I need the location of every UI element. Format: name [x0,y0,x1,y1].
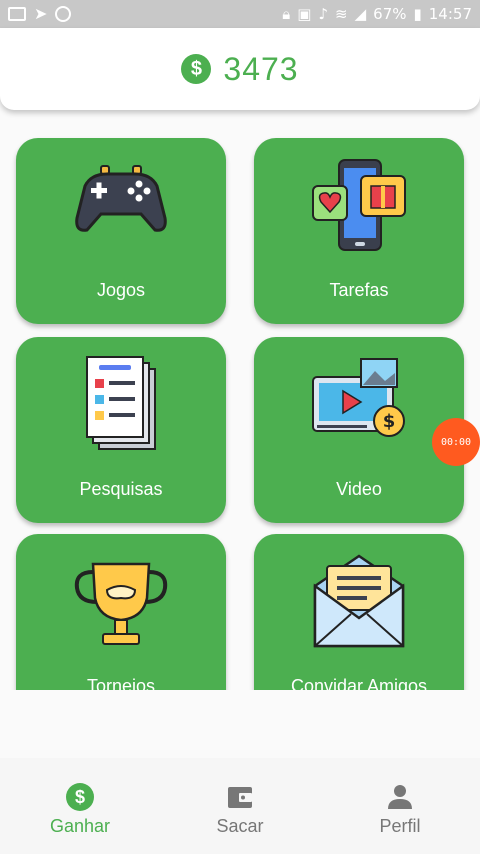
card-convidar-amigos[interactable]: Convidar Amigos [254,534,464,690]
balance-value: 3473 [223,50,299,87]
cast-icon: ▣ [297,5,312,23]
battery-icon: ▮ [413,5,422,23]
nav-label: Perfil [379,816,421,836]
signal-icon: ◢ [354,5,367,23]
status-bar: ➤ 🔒︎ ▣ ♪ ≋ ◢ 67% ▮ 14:57 [0,0,480,28]
card-pesquisas[interactable]: Pesquisas [16,337,226,523]
card-jogos[interactable]: Jogos [16,138,226,324]
card-label: Convidar Amigos [290,676,428,690]
nav-ganhar[interactable]: $ Ganhar [0,758,160,854]
mute-icon: ♪ [318,5,329,23]
dollar-coin-icon: $ [181,54,212,84]
gamepad-icon [75,165,167,232]
bottom-navigation: $ Ganhar Sacar Perfil [0,758,480,854]
card-label: Video [336,479,382,499]
trophy-icon [74,562,168,645]
svg-text:$: $ [383,411,396,432]
card-label: Pesquisas [79,479,163,499]
telegram-icon: ➤ [34,6,48,23]
balance-header: $ 3473 [0,28,480,110]
survey-checklist-icon [86,356,156,450]
wifi-icon: ≋ [335,5,348,23]
nav-sacar[interactable]: Sacar [160,758,320,854]
nav-label: Ganhar [49,816,111,836]
card-label: Torneios [86,676,156,690]
nav-perfil[interactable]: Perfil [320,758,480,854]
card-video[interactable]: $ Video [254,337,464,523]
card-label: Jogos [96,280,146,300]
chat-notification-icon [55,6,72,22]
envelope-letter-icon [313,554,405,648]
video-coin-icon: $ [312,358,405,437]
lock-icon: 🔒︎ [282,5,291,23]
phone-gift-icon [312,159,406,251]
card-label: Tarefas [329,280,389,300]
image-notification-icon [8,7,26,21]
card-tarefas[interactable]: Tarefas [254,138,464,324]
battery-percent: 67% [373,5,407,23]
wallet-icon [228,787,252,808]
dollar-coin-icon: $ [65,782,95,812]
card-torneios[interactable]: Torneios [16,534,226,690]
person-icon [388,785,412,809]
nav-label: Sacar [216,816,264,836]
floating-timer-button[interactable]: 00:00 [432,418,480,466]
earn-options-grid: Jogos Tarefas Pesquisas $ Video Torneios… [0,128,480,690]
clock: 14:57 [428,5,472,23]
